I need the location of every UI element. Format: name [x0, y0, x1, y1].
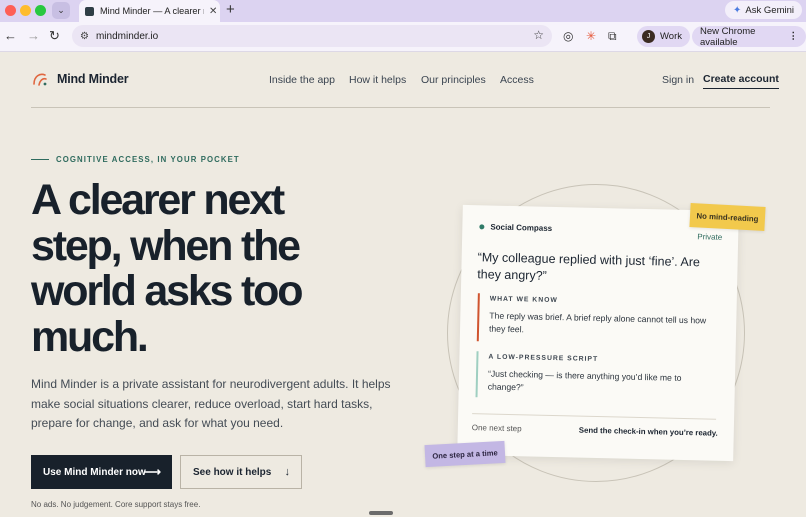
eyebrow-text: COGNITIVE ACCESS, IN YOUR POCKET	[56, 155, 240, 164]
minimize-window-button[interactable]	[20, 5, 31, 16]
low-pressure-script-section: A LOW-PRESSURE SCRIPT “Just checking — i…	[475, 351, 717, 403]
maximize-window-button[interactable]	[35, 5, 46, 16]
eyebrow-rule	[31, 158, 49, 161]
close-window-button[interactable]	[5, 5, 16, 16]
card-app-name: Social Compass	[479, 222, 552, 233]
sticky-note-one-step: One step at a time	[424, 440, 506, 468]
card-app-label: Social Compass	[490, 222, 553, 233]
url-text[interactable]: mindminder.io	[96, 31, 158, 42]
section-label: WHAT WE KNOW	[489, 295, 558, 305]
section-label: A LOW-PRESSURE SCRIPT	[488, 353, 599, 364]
brand-logo-icon	[33, 73, 47, 86]
app-preview-card: Social Compass Private “My colleague rep…	[457, 204, 739, 462]
site-favicon-icon	[85, 6, 94, 16]
tab-search-button[interactable]: ⌄	[52, 2, 70, 19]
more-menu-icon[interactable]: ⋮	[789, 31, 799, 42]
hero-description: Mind Minder is a private assistant for n…	[31, 377, 391, 430]
plus-icon: +	[226, 1, 235, 18]
privacy-badge: Private	[697, 232, 723, 242]
bookmark-star-icon[interactable]: ☆	[533, 28, 544, 42]
extension-icon[interactable]: ◎	[563, 29, 573, 43]
sign-in-link[interactable]: Sign in	[662, 74, 694, 86]
update-label: New Chrome available	[700, 25, 756, 48]
card-footer-action: Send the check-in when you’re ready.	[578, 425, 718, 438]
avatar: J	[642, 30, 655, 43]
close-icon[interactable]: ✕	[209, 6, 217, 17]
reload-icon[interactable]: ↻	[49, 28, 60, 44]
hero-footnote: No ads. No judgement. Core support stays…	[31, 500, 201, 509]
puzzle-extensions-icon[interactable]: ⧉	[608, 29, 617, 44]
secondary-cta-label: See how it helps	[193, 466, 272, 478]
scroll-indicator[interactable]	[369, 511, 393, 515]
card-divider	[472, 413, 717, 420]
arrow-right-icon: ⟶	[143, 465, 161, 479]
header-divider	[31, 107, 770, 108]
what-we-know-section: WHAT WE KNOW The reply was brief. A brie…	[476, 293, 718, 347]
tab-title: Mind Minder — A clearer next	[100, 6, 204, 16]
browser-tab[interactable]: Mind Minder — A clearer next ✕	[79, 0, 220, 22]
chevron-down-icon: ⌄	[57, 5, 65, 15]
update-chrome-button[interactable]: New Chrome available ⋮	[692, 25, 806, 48]
ask-gemini-button[interactable]: ✦ Ask Gemini	[725, 1, 802, 19]
status-dot-icon	[479, 224, 485, 230]
nav-link-inside-the-app[interactable]: Inside the app	[269, 74, 335, 86]
nav-link-our-principles[interactable]: Our principles	[421, 74, 486, 86]
back-arrow-icon[interactable]: ←	[4, 28, 17, 43]
forward-arrow-icon[interactable]: →	[27, 28, 40, 43]
site-logo[interactable]: Mind Minder	[31, 70, 129, 88]
create-account-link[interactable]: Create account	[703, 73, 779, 89]
see-how-it-helps-button[interactable]: See how it helps ↓	[180, 455, 302, 489]
sticky-note-no-mind-reading: No mind-reading	[689, 203, 766, 231]
card-quote: “My colleague replied with just ‘fine’. …	[477, 250, 701, 283]
nav-link-access[interactable]: Access	[500, 74, 534, 86]
profile-label: Work	[660, 31, 682, 42]
use-mind-minder-button[interactable]: Use Mind Minder now ⟶	[31, 455, 172, 489]
profile-button[interactable]: J Work	[637, 26, 690, 47]
section-body: “Just checking — is there anything you’d…	[487, 368, 682, 392]
browser-toolbar: ← → ↻ ⚙ mindminder.io ☆ ◎ ✳ ⧉ J Work New…	[0, 22, 806, 52]
hero-eyebrow: COGNITIVE ACCESS, IN YOUR POCKET	[31, 155, 240, 164]
section-body: The reply was brief. A brief reply alone…	[488, 310, 707, 334]
asterisk-extension-icon[interactable]: ✳	[586, 29, 596, 43]
address-bar[interactable]: ⚙ mindminder.io ☆	[72, 25, 552, 47]
nav-link-how-it-helps[interactable]: How it helps	[349, 74, 406, 86]
card-footer-label: One next step	[471, 423, 522, 434]
arrow-down-icon: ↓	[284, 466, 291, 478]
site-settings-icon[interactable]: ⚙	[80, 31, 89, 42]
brand-name: Mind Minder	[57, 72, 129, 86]
hero-title: A clearer next step, when the world asks…	[31, 176, 303, 361]
new-tab-button[interactable]: +	[226, 1, 235, 18]
primary-cta-label: Use Mind Minder now	[43, 466, 146, 478]
browser-tab-bar: ⌄ Mind Minder — A clearer next ✕ + ✦ Ask…	[0, 0, 806, 22]
ask-gemini-label: Ask Gemini	[745, 4, 794, 16]
sparkle-icon: ✦	[733, 4, 742, 16]
